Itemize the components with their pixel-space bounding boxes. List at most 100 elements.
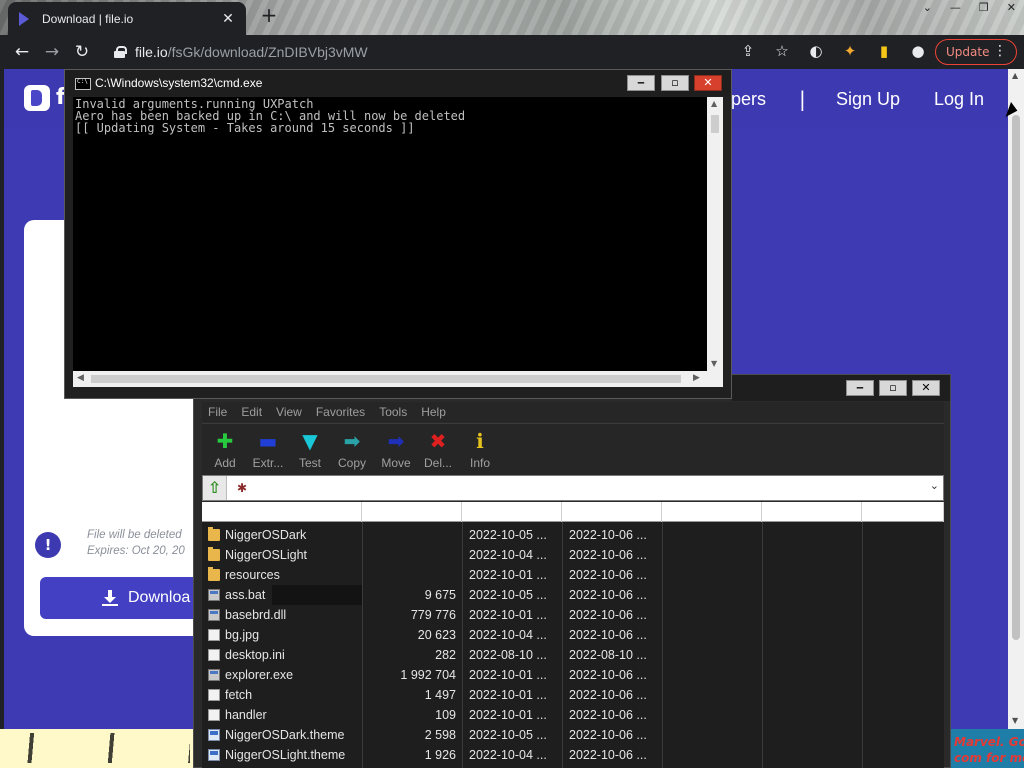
- header-column-7[interactable]: [862, 502, 944, 522]
- scroll-right-icon[interactable]: ▶: [693, 373, 700, 383]
- info-icon: ℹ: [476, 429, 484, 453]
- wallpaper-scribble: [0, 733, 190, 763]
- share-icon[interactable]: ⇪: [738, 41, 758, 61]
- file-row[interactable]: explorer.exe 1 992 704 2022-10-01 ... 2022-…: [202, 665, 944, 685]
- file-row[interactable]: bg.jpg 20 623 2022-10-04 ... 2022-10-06 ...: [202, 625, 944, 645]
- tab-close-icon[interactable]: ✕: [220, 11, 236, 27]
- nav-developers-link[interactable]: pers: [731, 89, 766, 110]
- toolbar-test-button[interactable]: ▼ Test: [290, 430, 330, 470]
- file-size: 1 497: [424, 688, 456, 702]
- file-row[interactable]: ass.bat 9 675 2022-10-05 ... 2022-10-06 ...: [202, 585, 944, 605]
- archive-close-button[interactable]: ✕: [912, 380, 940, 396]
- archive-minimize-button[interactable]: ‒: [846, 380, 874, 396]
- scroll-down-icon[interactable]: ▼: [711, 359, 717, 368]
- forward-arrow-icon[interactable]: →: [37, 37, 67, 67]
- nav-sign-up-link[interactable]: Sign Up: [836, 89, 900, 110]
- file-row[interactable]: NiggerOSDark 2022-10-05 ... 2022-10-06 ...: [202, 525, 944, 545]
- file-created: 2022-10-06 ...: [569, 568, 647, 582]
- back-arrow-icon[interactable]: ←: [7, 37, 37, 67]
- close-icon[interactable]: ✕: [1007, 0, 1016, 16]
- tab-search-icon[interactable]: ⌄: [923, 0, 932, 16]
- expiry-notice: Expires: Oct 20, 20: [87, 545, 185, 557]
- file-row[interactable]: fetch 1 497 2022-10-01 ... 2022-10-06 ...: [202, 685, 944, 705]
- doc-file-icon: [208, 629, 220, 641]
- menu-favorites[interactable]: Favorites: [316, 402, 365, 422]
- toolbar-delete-button[interactable]: ✖ Del...: [418, 430, 458, 470]
- menu-edit[interactable]: Edit: [241, 402, 262, 422]
- scroll-left-icon[interactable]: ◀: [77, 373, 84, 383]
- file-row[interactable]: desktop.ini 282 2022-08-10 ... 2022-08-10 .…: [202, 645, 944, 665]
- file-name: NiggerOSLight.theme: [225, 748, 346, 762]
- cmd-hscroll-thumb[interactable]: [91, 375, 681, 383]
- profile-extension-icon[interactable]: ◐: [806, 41, 826, 61]
- cmd-app-icon[interactable]: [75, 78, 91, 90]
- toolbar-extract-button[interactable]: ▬ Extr...: [248, 430, 288, 470]
- toolbar-copy-button[interactable]: ➡ Copy: [332, 430, 372, 470]
- folder-file-icon: [208, 567, 220, 581]
- side-panel-icon[interactable]: ▮: [874, 41, 894, 61]
- new-tab-button[interactable]: +: [258, 5, 280, 27]
- header-modified-column[interactable]: [462, 502, 562, 522]
- file-row[interactable]: NiggerOSDark.theme 2 598 2022-10-05 ... 202…: [202, 725, 944, 745]
- cmd-titlebar[interactable]: C:\Windows\system32\cmd.exe ‒ ▫ ✕: [65, 70, 731, 96]
- extensions-puzzle-icon[interactable]: ✦: [840, 41, 860, 61]
- file-size: 779 776: [410, 608, 456, 622]
- file-modified: 2022-10-05 ...: [469, 528, 547, 542]
- archive-maximize-button[interactable]: ▫: [879, 380, 907, 396]
- cmd-horizontal-scrollbar[interactable]: ◀ ▶: [73, 371, 707, 387]
- bookmark-star-icon[interactable]: ☆: [772, 41, 792, 61]
- reload-icon[interactable]: ↻: [67, 37, 97, 67]
- toolbar-move-button[interactable]: ➡ Move: [376, 430, 416, 470]
- resize-grip-icon[interactable]: [707, 371, 723, 387]
- menu-help[interactable]: Help: [421, 402, 446, 422]
- app-file-icon: [208, 669, 220, 681]
- menu-dots-icon[interactable]: ⋮: [993, 43, 1007, 59]
- cmd-console-output[interactable]: Invalid arguments.running UXPatch Aero ha…: [73, 97, 707, 371]
- path-dropdown-icon[interactable]: ⌄: [930, 479, 939, 492]
- page-scrollbar[interactable]: ▲ ▼: [1008, 69, 1024, 729]
- file-row[interactable]: basebrd.dll 779 776 2022-10-01 ... 2022-10-…: [202, 605, 944, 625]
- header-column-6[interactable]: [762, 502, 862, 522]
- toolbar-label: Info: [469, 456, 490, 470]
- toolbar-info-button[interactable]: ℹ Info: [460, 430, 500, 470]
- cmd-vertical-scrollbar[interactable]: ▲ ▼: [707, 97, 723, 371]
- lock-icon[interactable]: [114, 46, 127, 58]
- minimize-icon[interactable]: —: [950, 0, 961, 16]
- file-name: resources: [225, 568, 280, 582]
- file-row[interactable]: NiggerOSLight 2022-10-04 ... 2022-10-06 ..…: [202, 545, 944, 565]
- menu-file[interactable]: File: [208, 402, 227, 422]
- file-name: ass.bat: [225, 588, 266, 602]
- fileio-logo-icon[interactable]: [24, 85, 50, 111]
- menu-view[interactable]: View: [276, 402, 302, 422]
- scroll-up-icon[interactable]: ▲: [711, 99, 717, 108]
- toolbar-plus-button[interactable]: ✚ Add: [205, 430, 245, 470]
- browser-tab[interactable]: Download | file.io ✕: [8, 2, 246, 35]
- folder-up-icon[interactable]: ⇧: [203, 476, 227, 500]
- extract-icon: ▬: [258, 429, 278, 453]
- address-bar[interactable]: file.io/fsGk/download/ZnDIBVbj3vMW: [108, 38, 798, 66]
- archive-titlebar[interactable]: ‒ ▫ ✕: [732, 375, 950, 401]
- header-name-column[interactable]: [202, 502, 362, 522]
- page-scrollbar-thumb[interactable]: [1012, 115, 1020, 640]
- file-created: 2022-10-06 ...: [569, 708, 647, 722]
- cmd-close-button[interactable]: ✕: [694, 75, 722, 91]
- header-size-column[interactable]: [362, 502, 462, 522]
- cmd-maximize-button[interactable]: ▫: [661, 75, 689, 91]
- update-button[interactable]: Update ⋮: [935, 39, 1017, 65]
- scroll-up-icon[interactable]: ▲: [1012, 71, 1018, 80]
- header-column-5[interactable]: [662, 502, 762, 522]
- nav-log-in-link[interactable]: Log In: [934, 89, 984, 110]
- restore-icon[interactable]: ❐: [979, 0, 989, 16]
- header-created-column[interactable]: [562, 502, 662, 522]
- file-row[interactable]: handler 109 2022-10-01 ... 2022-10-06 ...: [202, 705, 944, 725]
- cmd-minimize-button[interactable]: ‒: [627, 75, 655, 91]
- file-row[interactable]: NiggerOSLight.theme 1 926 2022-10-04 ... 20…: [202, 745, 944, 765]
- file-row[interactable]: resources 2022-10-01 ... 2022-10-06 ...: [202, 565, 944, 585]
- url-text[interactable]: file.io/fsGk/download/ZnDIBVbj3vMW: [135, 44, 368, 60]
- cmd-vscroll-thumb[interactable]: [711, 115, 719, 133]
- scroll-down-icon[interactable]: ▼: [1012, 716, 1018, 725]
- archive-path-bar[interactable]: ⇧ ✱ ⌄: [202, 475, 944, 501]
- cmd-window: C:\Windows\system32\cmd.exe ‒ ▫ ✕ Invali…: [64, 69, 732, 399]
- account-avatar-icon[interactable]: ●: [908, 41, 928, 61]
- menu-tools[interactable]: Tools: [379, 402, 407, 422]
